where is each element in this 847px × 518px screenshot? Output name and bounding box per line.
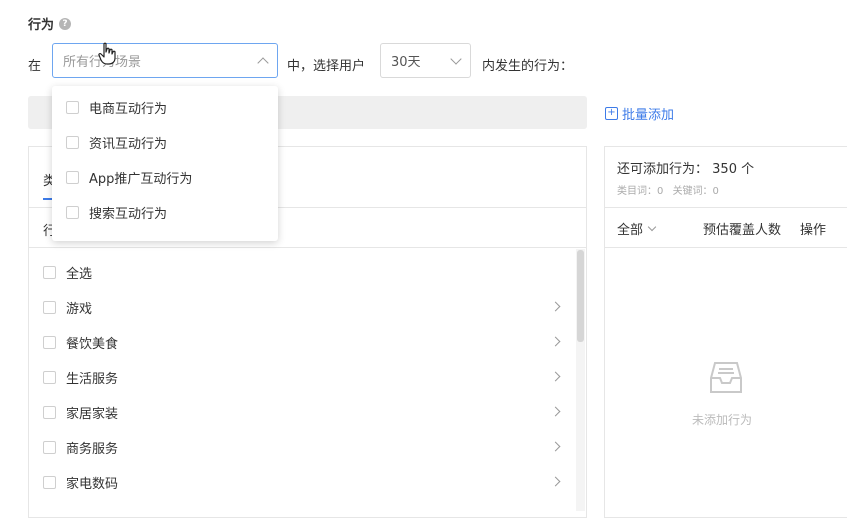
- option-label: 电商互动行为: [89, 102, 168, 117]
- list-item[interactable]: 商务服务: [43, 438, 118, 457]
- filter-label: 全部: [617, 223, 644, 238]
- checkbox[interactable]: [43, 301, 56, 314]
- coverage-column-header: 预估覆盖人数: [703, 223, 782, 238]
- empty-state-text: 未添加行为: [692, 413, 753, 427]
- section-title: 行为 ?: [28, 14, 72, 33]
- checkbox[interactable]: [66, 206, 79, 219]
- checkbox[interactable]: [66, 136, 79, 149]
- prefix-label: 在: [28, 59, 42, 74]
- suffix-label: 内发生的行为：: [482, 59, 574, 74]
- filter-select[interactable]: 全部: [617, 219, 657, 238]
- checkbox[interactable]: [43, 266, 56, 279]
- category-label: 生活服务: [66, 372, 119, 387]
- chevron-down-icon: [450, 52, 462, 65]
- add-icon: +: [605, 107, 618, 120]
- divider: [28, 247, 587, 248]
- checkbox[interactable]: [66, 101, 79, 114]
- list-item[interactable]: 餐饮美食: [43, 333, 118, 352]
- dropdown-option-news[interactable]: 资讯互动行为: [66, 133, 167, 152]
- days-select[interactable]: 30天: [380, 43, 471, 78]
- remaining-label: 还可添加行为：: [617, 162, 709, 177]
- chevron-up-icon: [257, 56, 269, 69]
- scene-select[interactable]: 所有行为场景: [52, 43, 278, 78]
- divider: [604, 207, 847, 208]
- selected-panel: [604, 146, 847, 518]
- batch-add-label: 批量添加: [622, 108, 675, 123]
- category-label: 家居家装: [66, 407, 119, 422]
- category-words-count: 类目词：0: [617, 186, 664, 197]
- hand-cursor-icon: [98, 42, 116, 65]
- option-label: 资讯互动行为: [89, 137, 168, 152]
- remaining-value: 350 个: [712, 162, 755, 177]
- category-label: 餐饮美食: [66, 337, 119, 352]
- option-label: 搜索互动行为: [89, 207, 168, 222]
- help-icon[interactable]: ?: [59, 17, 72, 30]
- checkbox[interactable]: [66, 171, 79, 184]
- checkbox[interactable]: [43, 406, 56, 419]
- days-select-value: 30天: [391, 55, 421, 70]
- chevron-down-icon: [647, 222, 657, 231]
- list-item[interactable]: 家电数码: [43, 473, 118, 492]
- list-item[interactable]: 家居家装: [43, 403, 118, 422]
- dropdown-option-search[interactable]: 搜索互动行为: [66, 203, 167, 222]
- option-label: App推广互动行为: [89, 172, 193, 187]
- keywords-count: 关键词：0: [672, 186, 719, 197]
- category-label: 家电数码: [66, 477, 119, 492]
- category-label: 游戏: [66, 302, 93, 317]
- category-label: 商务服务: [66, 442, 119, 457]
- remaining-count: 还可添加行为： 350 个: [617, 158, 754, 177]
- select-all-label: 全选: [66, 267, 93, 282]
- section-title-text: 行为: [28, 18, 55, 33]
- checkbox[interactable]: [43, 336, 56, 349]
- select-all-row[interactable]: 全选: [43, 263, 92, 282]
- checkbox[interactable]: [43, 476, 56, 489]
- divider: [604, 247, 847, 248]
- word-counts: 类目词：0 关键词：0: [617, 182, 719, 197]
- scene-dropdown-menu: 电商互动行为 资讯互动行为 App推广互动行为 搜索互动行为: [52, 86, 278, 241]
- checkbox[interactable]: [43, 441, 56, 454]
- dropdown-option-ecommerce[interactable]: 电商互动行为: [66, 98, 167, 117]
- scrollbar-thumb[interactable]: [577, 250, 584, 342]
- empty-inbox-icon: [710, 362, 742, 393]
- dropdown-option-app-promo[interactable]: App推广互动行为: [66, 168, 192, 187]
- checkbox[interactable]: [43, 371, 56, 384]
- list-item[interactable]: 游戏: [43, 298, 92, 317]
- mid-label: 中，选择用户: [287, 59, 366, 74]
- action-column-header: 操作: [800, 223, 827, 238]
- batch-add-link[interactable]: + 批量添加: [605, 104, 674, 123]
- list-item[interactable]: 生活服务: [43, 368, 118, 387]
